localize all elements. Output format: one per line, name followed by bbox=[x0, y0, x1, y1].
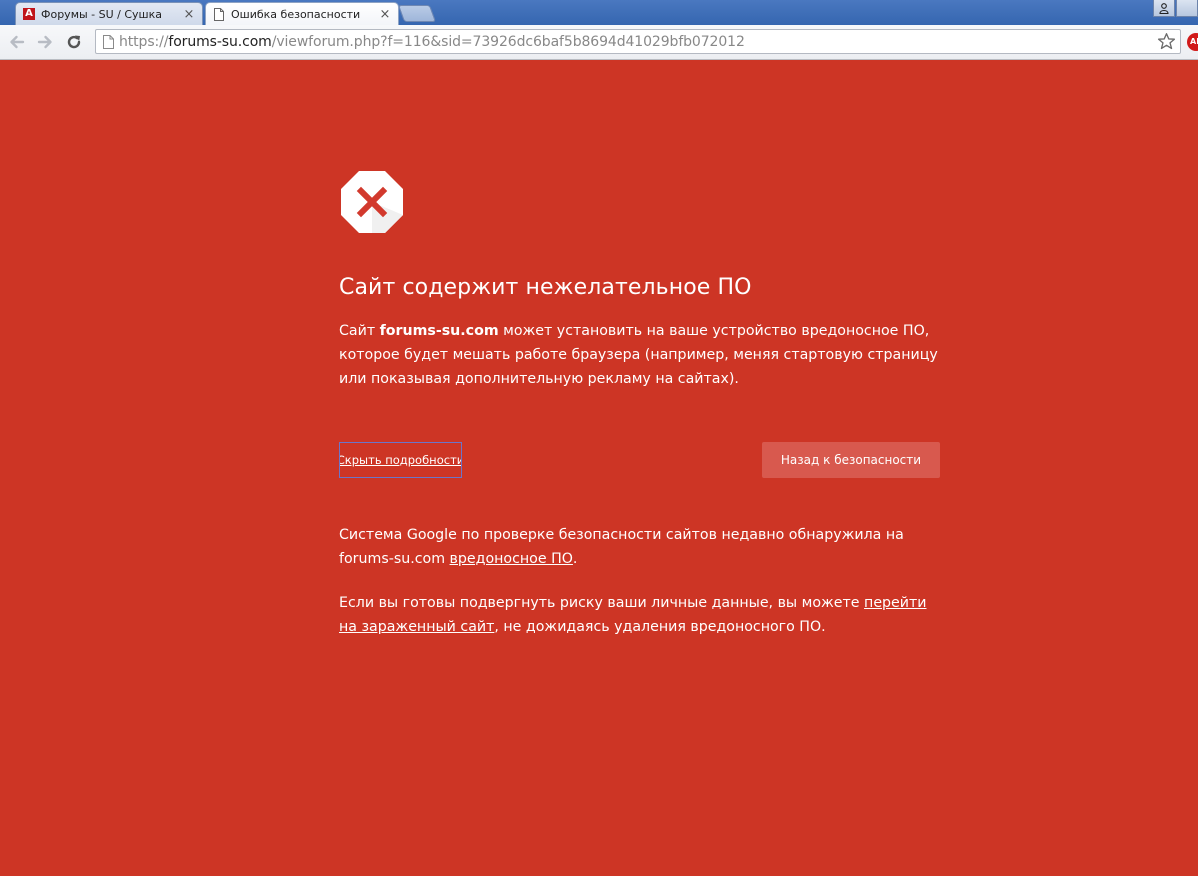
browser-toolbar: https://forums-su.com/viewforum.php?f=11… bbox=[0, 25, 1198, 60]
reload-button[interactable] bbox=[63, 31, 85, 53]
back-to-safety-button[interactable]: Назад к безопасности bbox=[762, 442, 940, 478]
page-title: Сайт содержит нежелательное ПО bbox=[339, 275, 752, 300]
page-icon bbox=[213, 8, 225, 21]
page-icon bbox=[103, 35, 114, 49]
star-icon[interactable] bbox=[1157, 32, 1176, 51]
new-tab-button[interactable] bbox=[397, 5, 437, 22]
close-icon[interactable]: × bbox=[378, 7, 392, 21]
details-text: Если вы готовы подвергнуть риску ваши ли… bbox=[339, 595, 865, 611]
url-host: forums-su.com bbox=[168, 34, 272, 50]
details-suffix: , не дожидаясь удаления вредоносного ПО. bbox=[494, 619, 826, 635]
back-button[interactable] bbox=[6, 31, 28, 53]
address-bar[interactable]: https://forums-su.com/viewforum.php?f=11… bbox=[95, 29, 1181, 54]
person-icon bbox=[1159, 2, 1169, 14]
details-paragraph-1: Система Google по проверке безопасности … bbox=[339, 523, 940, 571]
details-text: Система Google по проверке безопасности … bbox=[339, 527, 904, 567]
details-suffix: . bbox=[572, 551, 578, 567]
warning-x-icon bbox=[341, 171, 403, 233]
arrow-right-icon bbox=[37, 35, 52, 49]
tab-forums[interactable]: A Форумы - SU / Сушка × bbox=[15, 2, 203, 25]
profile-button[interactable] bbox=[1153, 0, 1175, 17]
url-scheme: https:// bbox=[119, 34, 169, 50]
main-message: Сайт forums-su.com может установить на в… bbox=[339, 319, 940, 391]
url-text: https://forums-su.com/viewforum.php?f=11… bbox=[119, 34, 745, 50]
forward-button[interactable] bbox=[34, 31, 56, 53]
malware-link[interactable]: вредоносное ПО bbox=[450, 551, 573, 567]
browser-titlebar: A Форумы - SU / Сушка × Ошибка безопасно… bbox=[0, 0, 1198, 25]
arrow-left-icon bbox=[10, 35, 25, 49]
adblock-extension-icon[interactable]: ABP bbox=[1187, 33, 1198, 51]
tab-security-error[interactable]: Ошибка безопасности × bbox=[205, 2, 399, 25]
reload-icon bbox=[67, 35, 81, 49]
details-paragraph-2: Если вы готовы подвергнуть риску ваши ли… bbox=[339, 591, 940, 639]
tab-title: Ошибка безопасности bbox=[231, 7, 361, 21]
close-icon[interactable]: × bbox=[182, 7, 196, 21]
hide-details-button[interactable]: Скрыть подробности bbox=[339, 442, 462, 478]
url-path: /viewforum.php?f=116&sid=73926dc6baf5b86… bbox=[271, 34, 745, 50]
tab-title: Форумы - SU / Сушка bbox=[41, 7, 163, 21]
site-name: forums-su.com bbox=[379, 323, 499, 339]
main-message-prefix: Сайт bbox=[339, 323, 380, 339]
window-control-button[interactable] bbox=[1176, 0, 1198, 17]
opera-icon: A bbox=[23, 8, 35, 20]
